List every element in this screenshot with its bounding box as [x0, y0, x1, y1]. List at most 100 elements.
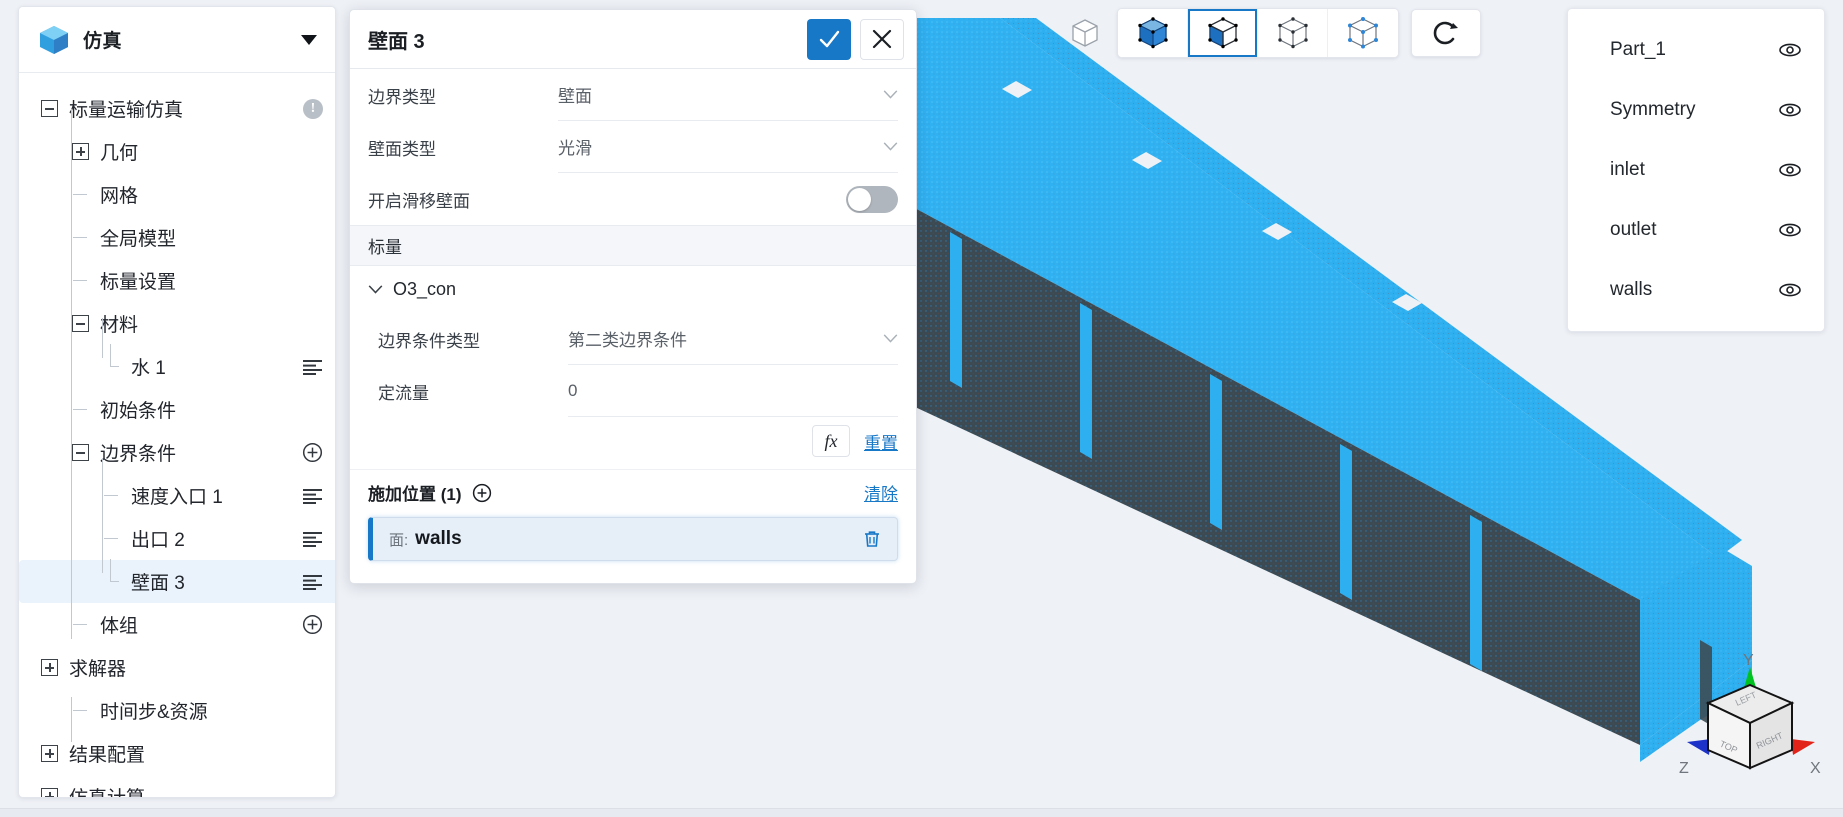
chevron-down-icon[interactable]	[301, 34, 317, 45]
view-toolbar[interactable]	[1065, 8, 1481, 58]
part-row[interactable]: Part_1	[1568, 20, 1824, 80]
chevron-down-icon	[883, 142, 898, 151]
tree-toggle-expand[interactable]	[41, 659, 58, 676]
tree-branch-line	[72, 186, 89, 203]
tree-item-label: 水 1	[131, 358, 166, 379]
scalar-group-header[interactable]: O3_con	[350, 266, 916, 313]
fixed-flux-input[interactable]: 0	[568, 381, 577, 401]
reset-link[interactable]: 重置	[864, 429, 898, 454]
boundary-type-select[interactable]: 壁面	[558, 70, 898, 121]
field-wall-type[interactable]: 壁面类型 光滑	[368, 121, 898, 173]
tree-item-add[interactable]	[302, 442, 323, 463]
plus-circle-icon[interactable]	[472, 483, 492, 503]
tree-item-menu[interactable]	[302, 488, 323, 504]
tree-item-14[interactable]: 时间步&资源	[19, 689, 335, 732]
baffle-slot	[1340, 444, 1352, 600]
tree-item-5[interactable]: 材料	[19, 302, 335, 345]
tree-item-label: 全局模型	[100, 229, 177, 250]
list-icon[interactable]	[302, 574, 323, 590]
tree-item-16[interactable]: 仿真计算	[19, 775, 335, 797]
boundary-condition-dialog[interactable]: 壁面 3 边界类型 壁面 壁面类型 光滑 开启滑移壁面 标量 O3_con 边界…	[349, 9, 917, 584]
tree-toggle-expand[interactable]	[41, 745, 58, 762]
formula-button[interactable]: fx	[812, 425, 850, 457]
tree-item-13[interactable]: 求解器	[19, 646, 335, 689]
field-bc-type[interactable]: 边界条件类型 第二类边界条件	[378, 313, 898, 365]
tree-item-4[interactable]: 标量设置	[19, 259, 335, 302]
clear-locations-link[interactable]: 清除	[864, 480, 898, 505]
tree-guide-line	[71, 109, 73, 639]
tree-toggle-collapse[interactable]	[72, 444, 89, 461]
tree-item-label: 速度入口 1	[131, 487, 223, 508]
field-enable-slip-wall[interactable]: 开启滑移壁面	[368, 173, 898, 225]
tree-toggle-collapse[interactable]	[41, 100, 58, 117]
part-row[interactable]: inlet	[1568, 140, 1824, 200]
field-fixed-flux[interactable]: 定流量 0	[378, 365, 898, 417]
location-item[interactable]: 面: walls	[368, 517, 898, 561]
plus-circle-icon[interactable]	[302, 442, 323, 463]
field-label: 定流量	[378, 383, 429, 403]
navigation-cube[interactable]: LEFT TOP RIGHT X Y Z	[1675, 651, 1825, 801]
model-tree[interactable]: 标量运输仿真! 几何 网格全局模型标量设置 材料水 1 初始条件 边界条件 速度入口 1…	[19, 73, 335, 797]
tree-item-menu[interactable]	[302, 574, 323, 590]
tree-item-0[interactable]: 标量运输仿真!	[19, 87, 335, 130]
bc-type-select[interactable]: 第二类边界条件	[568, 314, 898, 365]
slip-wall-toggle[interactable]	[846, 185, 898, 213]
list-icon[interactable]	[302, 531, 323, 547]
part-row[interactable]: walls	[1568, 260, 1824, 320]
project-sidebar[interactable]: 仿真 标量运输仿真! 几何 网格全局模型标量设置 材料水 1 初始条件 边界条件 速度入…	[18, 6, 336, 798]
page-title: 仿真	[83, 31, 123, 52]
tree-item-3[interactable]: 全局模型	[19, 216, 335, 259]
select-volume-button[interactable]	[1118, 9, 1188, 57]
location-name: walls	[415, 528, 462, 549]
cube-logo-icon	[40, 25, 68, 54]
tree-item-menu[interactable]	[302, 359, 323, 375]
part-row[interactable]: outlet	[1568, 200, 1824, 260]
field-boundary-type[interactable]: 边界类型 壁面	[368, 69, 898, 121]
tree-item-label: 时间步&资源	[100, 702, 208, 723]
list-icon[interactable]	[302, 359, 323, 375]
eye-icon[interactable]	[1778, 278, 1802, 302]
tree-item-10[interactable]: 出口 2	[19, 517, 335, 560]
parts-visibility-panel[interactable]: Part_1 Symmetry inlet outlet walls	[1567, 8, 1825, 332]
part-row[interactable]: Symmetry	[1568, 80, 1824, 140]
tree-item-12[interactable]: 体组	[19, 603, 335, 646]
tree-item-label: 壁面 3	[131, 573, 185, 594]
tree-item-2[interactable]: 网格	[19, 173, 335, 216]
tree-toggle-collapse[interactable]	[72, 315, 89, 332]
sidebar-header[interactable]: 仿真	[19, 7, 335, 73]
tree-branch-elbow	[103, 559, 120, 590]
select-vertex-button[interactable]	[1328, 9, 1398, 57]
baffle-slot	[950, 232, 962, 388]
cancel-button[interactable]	[860, 18, 904, 60]
tree-branch-line	[103, 530, 120, 547]
tree-toggle-expand[interactable]	[41, 788, 58, 797]
tree-item-6[interactable]: 水 1	[19, 344, 335, 388]
eye-icon[interactable]	[1778, 158, 1802, 182]
tree-item-1[interactable]: 几何	[19, 130, 335, 173]
baffle-slot	[1080, 303, 1092, 459]
plus-circle-icon[interactable]	[302, 614, 323, 635]
eye-icon[interactable]	[1778, 98, 1802, 122]
slip-wall-control	[558, 174, 898, 225]
tree-item-15[interactable]: 结果配置	[19, 732, 335, 775]
selection-mode-group[interactable]	[1117, 8, 1399, 58]
reset-view-button[interactable]	[1411, 9, 1481, 57]
fixed-flux-input-wrap[interactable]: 0	[568, 366, 898, 417]
tree-item-11[interactable]: 壁面 3	[19, 559, 335, 603]
eye-icon[interactable]	[1778, 38, 1802, 62]
select-edge-button[interactable]	[1258, 9, 1328, 57]
wall-type-select[interactable]: 光滑	[558, 122, 898, 173]
confirm-button[interactable]	[807, 18, 851, 60]
select-face-button[interactable]	[1188, 9, 1258, 57]
list-icon[interactable]	[302, 488, 323, 504]
tree-item-7[interactable]: 初始条件	[19, 388, 335, 431]
box-outline-button[interactable]	[1065, 13, 1105, 53]
tree-item-9[interactable]: 速度入口 1	[19, 474, 335, 517]
tree-toggle-expand[interactable]	[72, 143, 89, 160]
tree-item-add[interactable]	[302, 614, 323, 635]
tree-item-menu[interactable]	[302, 531, 323, 547]
part-name: walls	[1610, 279, 1653, 300]
eye-icon[interactable]	[1778, 218, 1802, 242]
trash-icon[interactable]	[861, 528, 883, 550]
tree-item-8[interactable]: 边界条件	[19, 431, 335, 474]
